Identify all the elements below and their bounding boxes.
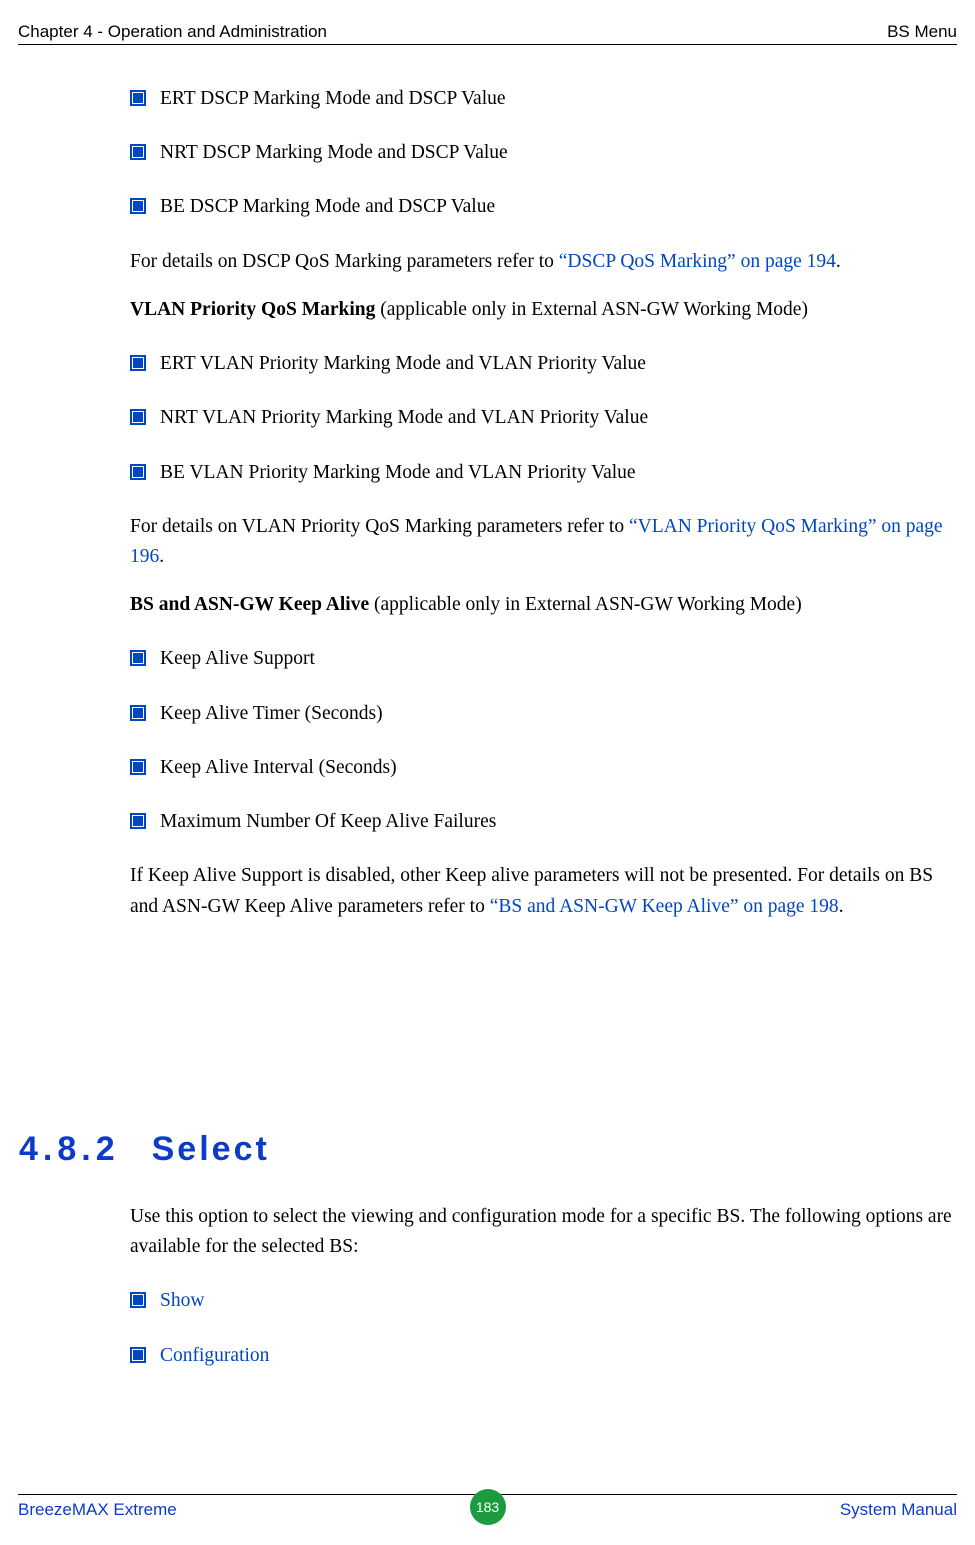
section-intro: Use this option to select the viewing an… [130,1202,957,1262]
vlan-list: ERT VLAN Priority Marking Mode and VLAN … [130,349,957,488]
header-right: BS Menu [887,22,957,42]
content-area: ERT DSCP Marking Mode and DSCP Value NRT… [130,60,957,976]
list-item: BE VLAN Priority Marking Mode and VLAN P… [130,458,957,488]
text: . [836,251,841,272]
header-left: Chapter 4 - Operation and Administration [18,22,327,42]
page-number-badge: 183 [470,1489,506,1525]
keepalive-reference: If Keep Alive Support is disabled, other… [130,861,957,921]
dscp-list: ERT DSCP Marking Mode and DSCP Value NRT… [130,84,957,223]
section-link-configuration[interactable]: Configuration [130,1341,957,1371]
list-item: Maximum Number Of Keep Alive Failures [130,807,957,837]
list-item: NRT VLAN Priority Marking Mode and VLAN … [130,403,957,433]
section-heading: 4.8.2 Select [19,1130,270,1169]
vlan-heading-rest: (applicable only in External ASN-GW Work… [375,299,808,320]
vlan-heading: VLAN Priority QoS Marking (applicable on… [130,295,957,325]
list-item: NRT DSCP Marking Mode and DSCP Value [130,138,957,168]
keepalive-heading-rest: (applicable only in External ASN-GW Work… [369,594,802,615]
keepalive-link[interactable]: “BS and ASN-GW Keep Alive” on page 198 [490,896,839,917]
text: . [159,546,164,567]
footer: BreezeMAX Extreme 183 System Manual [18,1493,957,1523]
dscp-reference: For details on DSCP QoS Marking paramete… [130,247,957,277]
list-item: ERT DSCP Marking Mode and DSCP Value [130,84,957,114]
footer-left: BreezeMAX Extreme [18,1500,177,1520]
vlan-reference: For details on VLAN Priority QoS Marking… [130,512,957,572]
text: . [839,896,844,917]
text: For details on VLAN Priority QoS Marking… [130,516,629,537]
text: For details on DSCP QoS Marking paramete… [130,251,559,272]
keepalive-heading: BS and ASN-GW Keep Alive (applicable onl… [130,590,957,620]
dscp-link[interactable]: “DSCP QoS Marking” on page 194 [559,251,836,272]
section-link-show[interactable]: Show [130,1286,957,1316]
list-item: Keep Alive Timer (Seconds) [130,699,957,729]
keepalive-list: Keep Alive Support Keep Alive Timer (Sec… [130,644,957,837]
list-item: ERT VLAN Priority Marking Mode and VLAN … [130,349,957,379]
list-item: Keep Alive Interval (Seconds) [130,753,957,783]
footer-right: System Manual [840,1500,957,1520]
section-title: Select [152,1130,270,1169]
keepalive-heading-bold: BS and ASN-GW Keep Alive [130,594,369,615]
header-rule [18,44,957,45]
section-number: 4.8.2 [19,1130,120,1169]
vlan-heading-bold: VLAN Priority QoS Marking [130,299,375,320]
section-body: Use this option to select the viewing an… [130,1184,957,1395]
list-item: Keep Alive Support [130,644,957,674]
section-link-list: Show Configuration [130,1286,957,1370]
list-item: BE DSCP Marking Mode and DSCP Value [130,192,957,222]
